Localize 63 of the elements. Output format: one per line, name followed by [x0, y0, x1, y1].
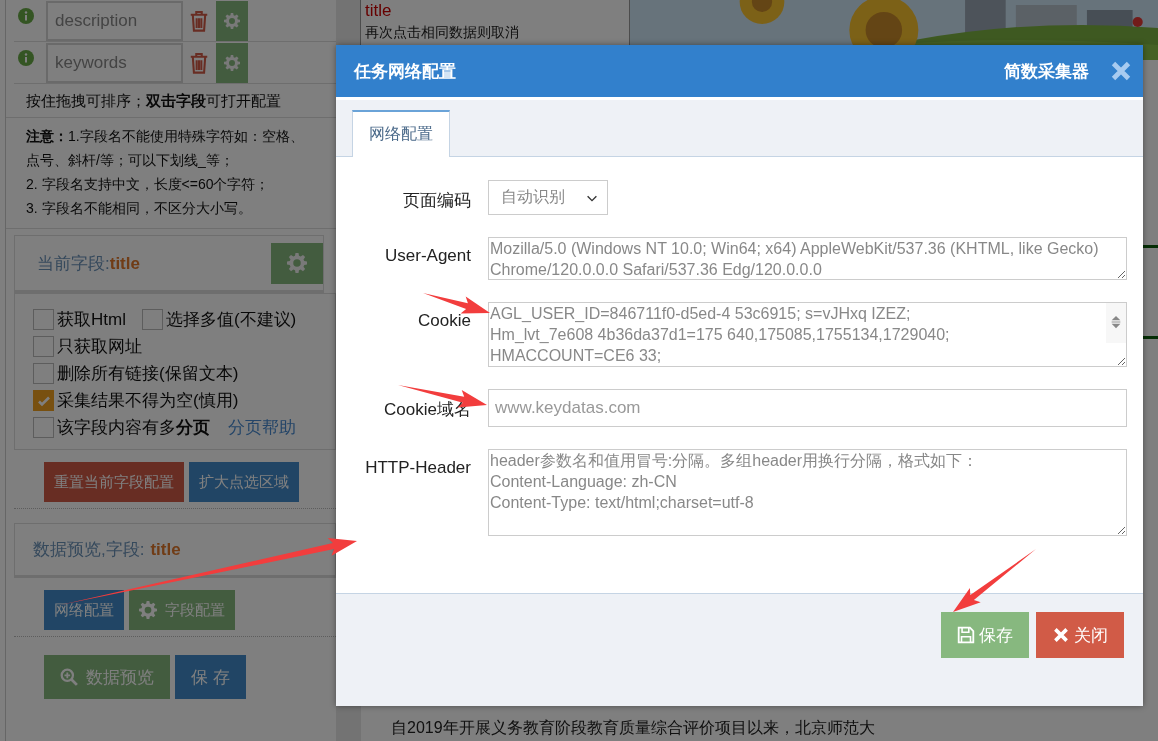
search-icon	[60, 668, 78, 686]
text-area[interactable]: header参数名和值用冒号:分隔。多组header用换行分隔，格式如下： Content-Language: zh-CN Content-Type: text/html;charset=utf-8	[488, 449, 1127, 536]
gear-icon	[139, 601, 157, 619]
scrollbar[interactable]	[1106, 303, 1126, 343]
field-name-input[interactable]: keywords	[46, 42, 183, 83]
checkbox-label: 获取Html	[57, 309, 126, 331]
encoding-select[interactable]: 自动识别	[488, 180, 608, 215]
checkbox[interactable]	[33, 417, 54, 438]
drag-hint-text: 按住拖拽可排序；双击字段可打开配置	[6, 84, 336, 118]
field-label: HTTP-Header	[365, 458, 471, 478]
notice-text: 3. 字段名不能相同，不区分大小写。	[26, 199, 253, 218]
tooltip-title: title	[365, 0, 393, 22]
help-link[interactable]: 分页帮助	[228, 416, 296, 439]
action-button[interactable]: 扩大点选区域	[189, 462, 299, 502]
field-label: Cookie	[418, 311, 471, 331]
text-area[interactable]: AGL_USER_ID=846711f0-d5ed-4 53c6915; s=vJHxq IZEZ; Hm_lvt_7e608 4b36da37d1=175 640,175085,1755134,1729040; HMACCOUNT=CE6 33;	[488, 302, 1127, 367]
checkbox-label: 只获取网址	[57, 336, 142, 358]
checkbox[interactable]	[33, 309, 54, 330]
preview-field-value: title	[150, 540, 181, 560]
field-label: User-Agent	[385, 246, 471, 266]
action-button[interactable]: 数据预览	[44, 655, 170, 699]
dialog-title: 任务网络配置	[354, 60, 457, 83]
field-label: 页面编码	[403, 190, 471, 212]
close-button[interactable]	[1109, 59, 1133, 83]
action-button[interactable]: 保 存	[175, 655, 246, 699]
gear-icon	[224, 54, 240, 71]
checkbox[interactable]	[141, 309, 163, 330]
checkbox-label: 该字段内容有多分页	[57, 417, 210, 439]
notice-text: 2. 字段名支持中文，长度<=60个字符；	[26, 175, 271, 194]
settings-button[interactable]	[216, 42, 248, 83]
gear-icon	[224, 12, 240, 29]
close-icon	[1109, 59, 1133, 83]
brand-name: 简数采集器	[1004, 60, 1089, 83]
save-button[interactable]: 保存	[941, 612, 1029, 658]
text-area[interactable]: Mozilla/5.0 (Windows NT 10.0; Win64; x64) AppleWebKit/537.36 (KHTML, like Gecko) Chrome/120.0.0.0 Safari/537.36 Edg/120.0.0.0	[488, 237, 1127, 280]
current-field-label: 当前字段:	[37, 252, 110, 275]
notice-text: 注意：1.字段名不能使用特殊字符如：空格、点号、斜杆/等；可以下划线_等；	[26, 127, 305, 170]
trash-icon	[188, 8, 210, 33]
close-icon	[1052, 626, 1070, 644]
info-icon	[18, 49, 34, 66]
tab[interactable]: 网络配置	[352, 110, 450, 157]
action-button[interactable]: 网络配置	[44, 590, 124, 630]
arrow	[423, 293, 490, 314]
save-icon	[957, 626, 975, 644]
preview-label: 数据预览,字段:	[33, 539, 145, 561]
settings-button[interactable]	[216, 0, 248, 41]
settings-button[interactable]	[271, 242, 323, 284]
trash-icon	[188, 50, 210, 75]
close-button[interactable]: 关闭	[1036, 612, 1124, 658]
checkbox-label: 采集结果不得为空(慎用)	[57, 390, 239, 412]
field-name-input[interactable]: description	[46, 0, 183, 41]
info-icon	[18, 7, 34, 24]
tooltip-text: 再次点击相同数据则取消	[365, 23, 520, 42]
checkbox[interactable]	[33, 390, 54, 411]
checkbox[interactable]	[33, 363, 54, 384]
checkbox-label: 删除所有链接(保留文本)	[57, 363, 239, 385]
body-text: 自2019年开展义务教育阶段教育质量综合评价项目以来，北京师范大	[390, 718, 876, 738]
current-field-value: title	[109, 253, 140, 274]
gear-icon	[287, 253, 307, 273]
text-field[interactable]: www.keydatas.com	[488, 389, 1127, 427]
checkbox-label: 选择多值(不建议)	[165, 309, 297, 331]
action-button[interactable]: 重置当前字段配置	[44, 462, 184, 502]
checkbox[interactable]	[33, 336, 54, 357]
